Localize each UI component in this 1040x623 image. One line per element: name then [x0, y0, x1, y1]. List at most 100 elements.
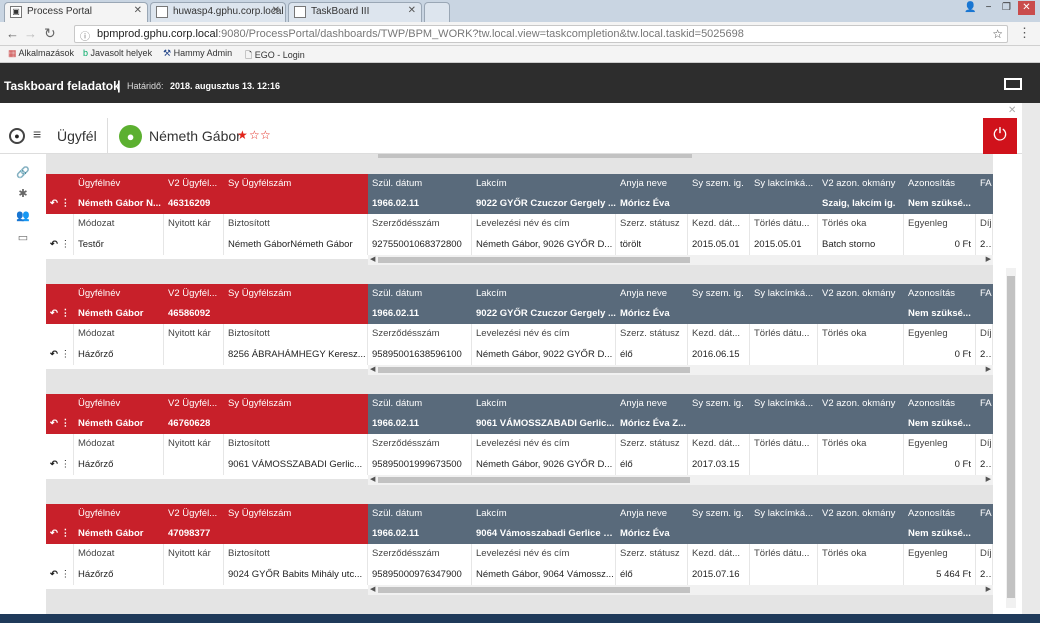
browser-menu-icon[interactable]: ⋮	[1018, 25, 1031, 41]
reply-arrow-icon[interactable]: ↶	[50, 239, 58, 250]
user-circle-icon[interactable]: ●	[9, 128, 25, 144]
vertical-dots-icon[interactable]: ⋮	[58, 239, 71, 250]
bookmark-javasolt[interactable]: b Javasolt helyek	[83, 48, 152, 58]
page-favicon-icon	[294, 6, 306, 18]
scroll-thumb[interactable]	[378, 257, 690, 263]
reply-arrow-icon[interactable]: ↶	[50, 459, 58, 470]
browser-tab-process-portal[interactable]: ▣ Process Portal ✕	[4, 2, 148, 22]
contract-header-row-cell: Törlés oka	[818, 434, 904, 454]
customer-header-row-cell: Lakcím	[472, 504, 616, 524]
contract-header-row-cell: Módozat	[74, 544, 164, 564]
vertical-dots-icon[interactable]: ⋮	[58, 459, 71, 470]
card-icon[interactable]: ▭	[16, 232, 30, 244]
customer-name: Németh Gábor	[149, 128, 241, 144]
title-separator: |	[117, 78, 121, 93]
vertical-dots-icon[interactable]: ⋮	[58, 569, 71, 580]
customer-data-row-cell: 1966.02.11	[368, 194, 472, 214]
horizontal-scrollbar[interactable]: ◀ ▶	[368, 585, 993, 595]
user-profile-icon[interactable]: 👤	[962, 1, 979, 15]
bookmark-ego[interactable]: 🗋 EGO - Login	[245, 48, 305, 64]
new-tab-button[interactable]	[424, 2, 450, 22]
contract-data-row-cell	[164, 344, 224, 365]
vertical-dots-icon[interactable]: ⋮	[58, 308, 71, 319]
top-scroll-thumb[interactable]	[378, 154, 692, 158]
reply-arrow-icon[interactable]: ↶	[50, 198, 58, 209]
reply-arrow-icon[interactable]: ↶	[50, 349, 58, 360]
vertical-dots-icon[interactable]: ⋮	[58, 349, 71, 360]
customer-header-row: Ügyfélnév V2 Ügyfél... Sy Ügyfélszám Szül. …	[46, 174, 993, 194]
browser-tab-taskboard[interactable]: TaskBoard III ✕	[288, 2, 422, 22]
page-info-icon[interactable]: ⓘ	[80, 28, 90, 42]
reply-arrow-icon[interactable]: ↶	[50, 569, 58, 580]
scroll-thumb[interactable]	[1007, 276, 1015, 598]
close-window-icon[interactable]: ✕	[1018, 1, 1035, 15]
customer-header-row-cell: Sy Ügyfélszám	[224, 284, 368, 304]
users-icon[interactable]: 👥	[16, 210, 30, 222]
customer-header-row-cell: Sy lakcímká...	[750, 284, 818, 304]
customer-header-row-cell: FA	[976, 284, 993, 304]
bookmark-label: Alkalmazások	[18, 48, 75, 58]
customer-data-row-cell	[818, 304, 904, 324]
contract-data-row-cell: 201	[976, 564, 993, 585]
scroll-right-icon[interactable]: ▶	[986, 585, 991, 595]
restore-window-icon[interactable]: ❐	[998, 1, 1015, 15]
customer-data-row-cell	[976, 524, 993, 544]
scroll-thumb[interactable]	[378, 587, 690, 593]
customer-data-row-cell	[750, 194, 818, 214]
bookmark-apps[interactable]: ▦ Alkalmazások	[8, 48, 74, 59]
row-actions: ↶ ⋮	[46, 454, 74, 475]
scroll-thumb[interactable]	[378, 477, 690, 483]
contract-header-row-cell: Módozat	[74, 214, 164, 234]
bug-icon[interactable]: ✱	[16, 188, 30, 200]
scroll-thumb[interactable]	[378, 367, 690, 373]
customer-data-row-cell	[750, 304, 818, 324]
customer-data-row-cell: Nem szüksé...	[904, 524, 976, 544]
back-nav-icon[interactable]: ←	[6, 26, 19, 41]
reload-icon[interactable]: ↻	[44, 25, 56, 42]
contract-data-row: ↶ ⋮ Házőrző 8256 ÁBRAHÁMHEGY Keresz... 9589…	[46, 344, 993, 365]
bing-icon: b	[83, 48, 89, 58]
url-input[interactable]: ⓘ bpmprod.gphu.corp.local:9080/ProcessPo…	[74, 25, 1008, 43]
close-tab-icon[interactable]: ✕	[272, 5, 280, 16]
scroll-right-icon[interactable]: ▶	[986, 255, 991, 265]
vertical-dots-icon[interactable]: ⋮	[58, 198, 71, 209]
close-tab-icon[interactable]: ✕	[134, 5, 142, 16]
contract-data-row-cell: Házőrző	[74, 454, 164, 475]
contract-header-row-cell: Szerződésszám	[368, 434, 472, 454]
scroll-right-icon[interactable]: ▶	[986, 475, 991, 485]
scroll-left-icon[interactable]: ◀	[370, 475, 375, 485]
browser-tab-huwasp4[interactable]: huwasp4.gphu.corp.local ✕	[150, 2, 286, 22]
bookmark-star-icon[interactable]: ☆	[992, 27, 1003, 41]
reply-arrow-icon[interactable]: ↶	[50, 308, 58, 319]
minimize-window-icon[interactable]: −	[980, 1, 997, 15]
close-tab-icon[interactable]: ✕	[408, 5, 416, 16]
scroll-left-icon[interactable]: ◀	[370, 255, 375, 265]
contract-card: Ügyfélnév V2 Ügyfél... Sy Ügyfélszám Szül. …	[46, 284, 993, 375]
scroll-left-icon[interactable]: ◀	[370, 585, 375, 595]
vertical-dots-icon[interactable]: ⋮	[58, 418, 71, 429]
scroll-right-icon[interactable]: ▶	[986, 365, 991, 375]
customer-header-row-cell: Lakcím	[472, 394, 616, 414]
expand-icon[interactable]	[1004, 78, 1022, 90]
horizontal-scrollbar[interactable]: ◀ ▶	[368, 255, 993, 265]
horizontal-scrollbar[interactable]: ◀ ▶	[368, 365, 993, 375]
link-icon[interactable]: 🔗	[16, 167, 30, 179]
contract-header-row-cell: Kezd. dát...	[688, 214, 750, 234]
bookmark-label: Hammy Admin	[173, 48, 233, 58]
vertical-dots-icon[interactable]: ⋮	[58, 528, 71, 539]
contract-data-row-cell: 8256 ÁBRAHÁMHEGY Keresz...	[224, 344, 368, 365]
power-icon[interactable]: ⏻	[983, 118, 1017, 154]
forward-nav-icon[interactable]: →	[24, 26, 37, 41]
horizontal-scrollbar[interactable]: ◀ ▶	[368, 475, 993, 485]
vertical-scrollbar[interactable]	[1006, 268, 1016, 608]
customer-data-row-cell: Nem szüksé...	[904, 194, 976, 214]
contract-data-row-cell: 9061 VÁMOSSZABADI Gerlic...	[224, 454, 368, 475]
hamburger-menu-icon[interactable]: ≡	[33, 126, 41, 142]
reply-arrow-icon[interactable]: ↶	[50, 528, 58, 539]
close-modal-icon[interactable]: ✕	[1008, 105, 1016, 116]
contract-data-row-cell: 0 Ft	[904, 234, 976, 255]
bookmark-hammy[interactable]: ⚒ Hammy Admin	[163, 48, 232, 59]
customer-data-row-cell: 46760628	[164, 414, 224, 434]
scroll-left-icon[interactable]: ◀	[370, 365, 375, 375]
reply-arrow-icon[interactable]: ↶	[50, 418, 58, 429]
